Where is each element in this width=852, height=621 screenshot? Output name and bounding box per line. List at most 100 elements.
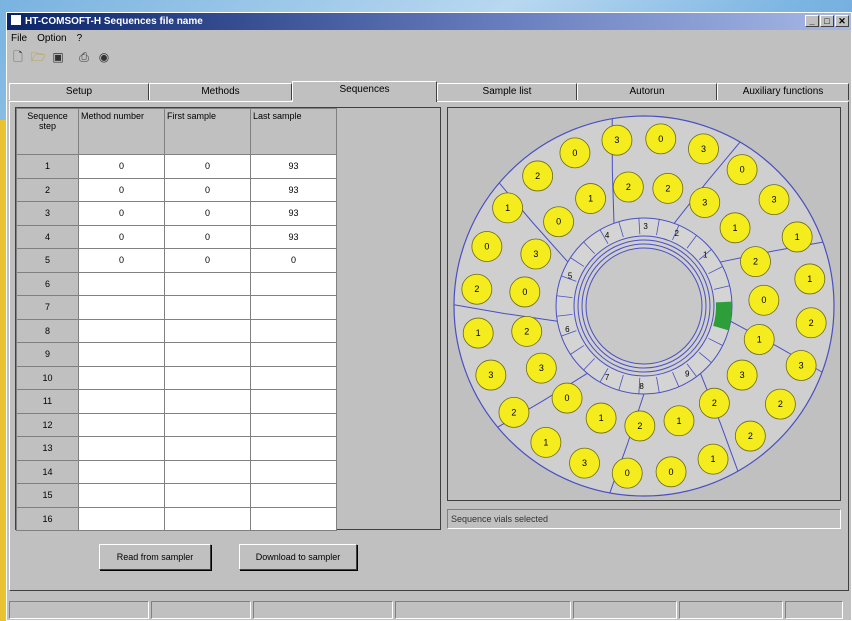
method-number-cell[interactable]: 0 — [78, 248, 165, 273]
table-row[interactable]: 11 — [16, 389, 337, 414]
first-sample-cell[interactable] — [164, 506, 251, 531]
table-row[interactable]: 10 — [16, 365, 337, 390]
tab-setup[interactable]: Setup — [9, 83, 149, 100]
vial[interactable]: 3 — [758, 184, 790, 216]
vial[interactable]: 2 — [795, 307, 827, 339]
first-sample-cell[interactable]: 0 — [164, 177, 251, 202]
first-sample-cell[interactable] — [164, 295, 251, 320]
vial[interactable]: 1 — [585, 402, 617, 434]
vial[interactable]: 2 — [652, 172, 684, 204]
vial[interactable]: 1 — [743, 324, 775, 355]
save-icon[interactable]: ▣ — [51, 50, 65, 64]
download-to-sampler-button[interactable]: Download to sampler — [239, 544, 357, 570]
print-icon[interactable]: ⎙ — [77, 50, 91, 64]
table-row[interactable]: 2 0 0 93 — [16, 177, 337, 202]
vial[interactable]: 1 — [794, 263, 826, 295]
method-number-cell[interactable]: 0 — [78, 201, 165, 226]
table-row[interactable]: 13 — [16, 436, 337, 461]
method-number-cell[interactable]: 0 — [78, 154, 165, 179]
vial[interactable]: 3 — [688, 133, 719, 165]
first-sample-cell[interactable]: 0 — [164, 224, 251, 249]
method-number-cell[interactable] — [78, 436, 165, 461]
table-row[interactable]: 9 — [16, 342, 337, 367]
first-sample-cell[interactable] — [164, 342, 251, 367]
vial[interactable]: 0 — [509, 276, 541, 308]
first-sample-cell[interactable]: 0 — [164, 201, 251, 226]
selected-sector[interactable] — [713, 301, 732, 331]
menu-option[interactable]: Option — [37, 31, 66, 47]
vial[interactable]: 3 — [525, 352, 557, 384]
menu-help[interactable]: ? — [77, 31, 83, 47]
vial[interactable]: 2 — [498, 396, 530, 428]
title-bar[interactable]: HT-COMSOFT-H Sequences file name _ □ ✕ — [7, 13, 851, 30]
find-icon[interactable]: ◉ — [97, 50, 111, 64]
table-row[interactable]: 16 — [16, 506, 337, 531]
vial[interactable]: 0 — [543, 206, 574, 238]
vial[interactable]: 1 — [663, 405, 695, 437]
minimize-button[interactable]: _ — [805, 15, 819, 27]
method-number-cell[interactable] — [78, 271, 165, 296]
vial[interactable]: 2 — [624, 410, 656, 442]
vial[interactable]: 0 — [655, 456, 687, 488]
vial[interactable]: 0 — [559, 137, 591, 169]
vial[interactable]: 2 — [461, 273, 493, 305]
tab-methods[interactable]: Methods — [149, 83, 292, 100]
first-sample-cell[interactable] — [164, 436, 251, 461]
table-row[interactable]: 12 — [16, 412, 337, 437]
method-number-cell[interactable] — [78, 365, 165, 390]
maximize-button[interactable]: □ — [820, 15, 834, 27]
vial[interactable]: 0 — [551, 382, 583, 414]
table-row[interactable]: 1 0 0 93 — [16, 154, 337, 179]
method-number-cell[interactable]: 0 — [78, 224, 165, 249]
method-number-cell[interactable] — [78, 459, 165, 484]
vial[interactable]: 1 — [697, 443, 729, 475]
vial[interactable]: 2 — [740, 246, 771, 278]
last-sample-cell[interactable]: 0 — [250, 248, 337, 273]
method-number-cell[interactable] — [78, 295, 165, 320]
tab-auxiliary-functions[interactable]: Auxiliary functions — [717, 83, 849, 100]
vial[interactable]: 1 — [530, 426, 562, 458]
vial[interactable]: 2 — [698, 387, 730, 419]
table-row[interactable]: 5000 — [16, 248, 337, 273]
last-sample-cell[interactable]: 93 — [250, 177, 337, 202]
first-sample-cell[interactable] — [164, 318, 251, 343]
vial[interactable]: 3 — [520, 238, 552, 270]
first-sample-cell[interactable] — [164, 365, 251, 390]
first-sample-cell[interactable]: 0 — [164, 154, 251, 179]
first-sample-cell[interactable] — [164, 483, 251, 508]
method-number-cell[interactable]: 0 — [78, 177, 165, 202]
vial[interactable]: 2 — [522, 160, 554, 192]
method-number-cell[interactable] — [78, 318, 165, 343]
table-row[interactable]: 15 — [16, 483, 337, 508]
read-from-sampler-button[interactable]: Read from sampler — [99, 544, 211, 570]
menu-file[interactable]: File — [11, 31, 27, 47]
first-sample-cell[interactable] — [164, 412, 251, 437]
vial[interactable]: 3 — [785, 350, 817, 381]
vial[interactable]: 3 — [601, 124, 633, 156]
table-row[interactable]: 14 — [16, 459, 337, 484]
vial[interactable]: 1 — [719, 212, 751, 244]
vial[interactable]: 1 — [575, 183, 606, 214]
method-number-cell[interactable] — [78, 483, 165, 508]
last-sample-cell[interactable] — [250, 459, 337, 484]
vial[interactable]: 3 — [475, 359, 507, 391]
first-sample-cell[interactable] — [164, 271, 251, 296]
first-sample-cell[interactable] — [164, 459, 251, 484]
table-row[interactable]: 3 0 0 93 — [16, 201, 337, 226]
last-sample-cell[interactable] — [250, 506, 337, 531]
method-number-cell[interactable] — [78, 412, 165, 437]
vial[interactable]: 3 — [689, 187, 721, 218]
vial[interactable]: 1 — [492, 192, 524, 224]
new-file-icon[interactable]: 🗋 — [11, 50, 25, 64]
tab-sample-list[interactable]: Sample list — [437, 83, 577, 100]
table-row[interactable]: 7 — [16, 295, 337, 320]
last-sample-cell[interactable]: 93 — [250, 224, 337, 249]
vial[interactable]: 0 — [471, 231, 503, 262]
vial[interactable]: 2 — [734, 420, 766, 452]
tab-autorun[interactable]: Autorun — [577, 83, 717, 100]
vial[interactable]: 2 — [511, 316, 543, 347]
table-row[interactable]: 4 0 0 93 — [16, 224, 337, 249]
vial[interactable]: 2 — [612, 171, 644, 203]
vial[interactable]: 0 — [611, 457, 643, 489]
vial[interactable]: 2 — [764, 388, 796, 420]
